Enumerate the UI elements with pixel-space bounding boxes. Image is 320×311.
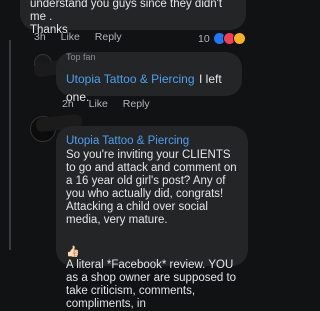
thread-line — [9, 40, 11, 250]
haha-reaction-icon — [232, 32, 246, 45]
comment-time: 2h — [62, 98, 74, 110]
reply-button[interactable]: Reply — [123, 98, 150, 110]
comment-text-continued: A literal *Facebook* review. YOU as a sh… — [66, 259, 237, 310]
comment-text: So you're inviting your CLIENTS to go an… — [66, 149, 237, 226]
like-button[interactable]: Like — [61, 31, 80, 43]
thumbs-up-icon: 👍🏻 — [66, 246, 80, 258]
reaction-summary[interactable]: 10 — [198, 32, 246, 45]
reaction-count: 10 — [198, 32, 210, 45]
comment-author[interactable]: Utopia Tattoo & Piercing — [66, 135, 238, 147]
comment-bubble: Utopia Tattoo & Piercing So you're invit… — [56, 126, 248, 310]
like-button[interactable]: Like — [89, 98, 108, 110]
comment-actions: 2h Like Reply — [62, 98, 162, 110]
comment-author[interactable]: Utopia Tattoo & Piercing — [66, 72, 195, 86]
top-fan-badge: Top fan — [66, 52, 96, 62]
comment-bubble: Top fan Utopia Tattoo & Piercing I left … — [56, 52, 242, 104]
reply-button[interactable]: Reply — [95, 31, 122, 43]
comment-time: 3h — [34, 31, 46, 43]
comment-actions: 3h Like Reply — [34, 31, 134, 43]
comment-bubble: understand you guys since they didn't me… — [20, 0, 246, 36]
